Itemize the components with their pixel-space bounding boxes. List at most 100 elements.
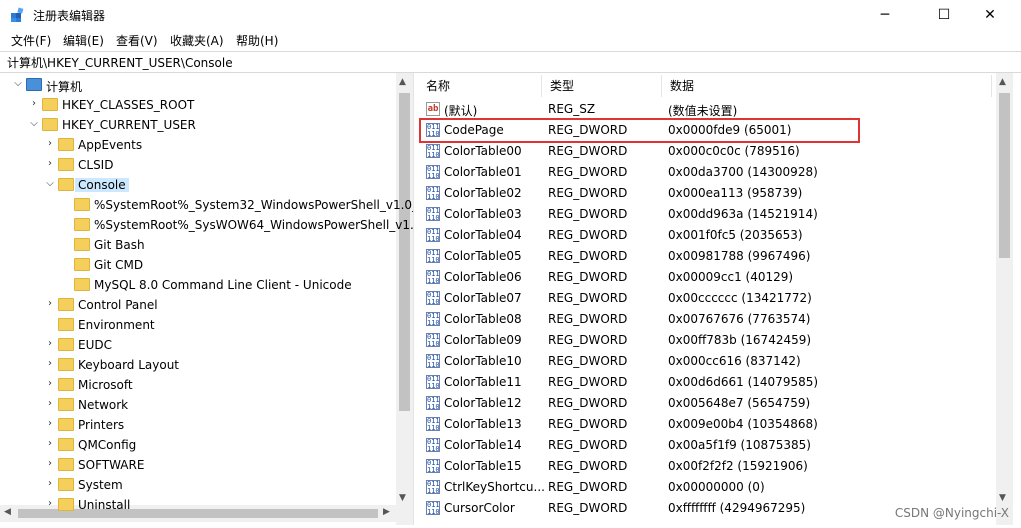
- menu-help[interactable]: 帮助(H): [236, 32, 278, 49]
- address-bar[interactable]: 计算机\HKEY_CURRENT_USER\Console: [0, 51, 1021, 73]
- chevron-right-icon[interactable]: ›: [44, 418, 56, 430]
- chevron-right-icon[interactable]: ›: [44, 458, 56, 470]
- column-header-name[interactable]: 名称: [418, 75, 542, 97]
- value-data: (数值未设置): [668, 104, 738, 118]
- value-data: 0x001f0fc5 (2035653): [668, 228, 803, 242]
- tree-item-label: System: [78, 478, 123, 492]
- tree-item[interactable]: Environment: [0, 315, 395, 335]
- tree-item[interactable]: › EUDC: [0, 335, 395, 355]
- close-button[interactable]: ✕: [967, 0, 1013, 30]
- value-type: REG_DWORD: [548, 333, 628, 347]
- chevron-right-icon[interactable]: ›: [44, 498, 56, 510]
- value-row[interactable]: 011 110 ColorTable05 REG_DWORD 0x00981788 (…: [418, 246, 998, 267]
- value-row[interactable]: 011 110 ColorTable14 REG_DWORD 0x00a5f1f9 (…: [418, 435, 998, 456]
- value-row[interactable]: 011 110 ColorTable03 REG_DWORD 0x00dd963a (…: [418, 204, 998, 225]
- column-header-type[interactable]: 类型: [542, 75, 662, 97]
- menu-edit[interactable]: 编辑(E): [63, 32, 104, 49]
- tree-item[interactable]: › System: [0, 475, 395, 495]
- value-row[interactable]: 011 110 ColorTable08 REG_DWORD 0x00767676 (…: [418, 309, 998, 330]
- maximize-button[interactable]: ☐: [921, 0, 967, 30]
- tree-item[interactable]: › Network: [0, 395, 395, 415]
- values-scroll-up-icon[interactable]: ▲: [999, 77, 1006, 87]
- value-row[interactable]: 011 110 ColorTable10 REG_DWORD 0x000cc616 (…: [418, 351, 998, 372]
- tree-item[interactable]: › SOFTWARE: [0, 455, 395, 475]
- scroll-down-arrow-icon[interactable]: ▼: [399, 493, 406, 503]
- tree-item-label: Uninstall: [78, 498, 131, 512]
- value-data: 0x00ff783b (16742459): [668, 333, 812, 347]
- menu-file[interactable]: 文件(F): [11, 32, 51, 49]
- scroll-up-arrow-icon[interactable]: ▲: [399, 77, 406, 87]
- value-type: REG_SZ: [548, 102, 596, 116]
- tree-item[interactable]: MySQL 8.0 Command Line Client - Unicode: [0, 275, 395, 295]
- chevron-down-icon[interactable]: ⌵: [44, 178, 56, 190]
- chevron-right-icon[interactable]: ›: [44, 298, 56, 310]
- tree-item-label: 计算机: [46, 80, 83, 94]
- value-data: 0x00cccccc (13421772): [668, 291, 812, 305]
- binary-value-icon: 011 110: [426, 417, 440, 431]
- value-row[interactable]: 011 110 ColorTable12 REG_DWORD 0x005648e7 (…: [418, 393, 998, 414]
- codepage-highlight-box: [419, 118, 860, 143]
- chevron-right-icon[interactable]: ›: [44, 398, 56, 410]
- chevron-right-icon[interactable]: ›: [44, 358, 56, 370]
- value-row[interactable]: ab (默认) REG_SZ (数值未设置): [418, 99, 998, 120]
- tree-item[interactable]: › Microsoft: [0, 375, 395, 395]
- value-row[interactable]: 011 110 ColorTable06 REG_DWORD 0x00009cc1 (…: [418, 267, 998, 288]
- tree-item[interactable]: › Printers: [0, 415, 395, 435]
- binary-value-icon: 011 110: [426, 186, 440, 200]
- minimize-button[interactable]: ─: [862, 0, 908, 30]
- chevron-right-icon[interactable]: ›: [44, 478, 56, 490]
- value-name: ColorTable06: [444, 270, 522, 284]
- value-row[interactable]: 011 110 ColorTable07 REG_DWORD 0x00cccccc (…: [418, 288, 998, 309]
- chevron-down-icon[interactable]: ⌵: [28, 118, 40, 130]
- tree-item[interactable]: › HKEY_CLASSES_ROOT: [0, 95, 395, 115]
- chevron-right-icon[interactable]: ›: [44, 338, 56, 350]
- chevron-right-icon[interactable]: ›: [44, 158, 56, 170]
- tree-item[interactable]: Git CMD: [0, 255, 395, 275]
- values-scrollbar-thumb[interactable]: [999, 93, 1010, 258]
- tree-item[interactable]: › Control Panel: [0, 295, 395, 315]
- value-data: 0x00da3700 (14300928): [668, 165, 818, 179]
- column-header-data[interactable]: 数据: [662, 75, 992, 97]
- value-row[interactable]: 011 110 ColorTable04 REG_DWORD 0x001f0fc5 (…: [418, 225, 998, 246]
- menu-view[interactable]: 查看(V): [116, 32, 158, 49]
- value-name: ColorTable09: [444, 333, 522, 347]
- value-row[interactable]: 011 110 ColorTable11 REG_DWORD 0x00d6d661 (…: [418, 372, 998, 393]
- value-name: ColorTable08: [444, 312, 522, 326]
- value-data: 0x000ea113 (958739): [668, 186, 803, 200]
- tree-item[interactable]: › CLSID: [0, 155, 395, 175]
- tree-item[interactable]: ⌵ HKEY_CURRENT_USER: [0, 115, 395, 135]
- binary-value-icon: 011 110: [426, 375, 440, 389]
- chevron-right-icon[interactable]: ›: [44, 438, 56, 450]
- tree-item[interactable]: %SystemRoot%_System32_WindowsPowerShell_…: [0, 195, 413, 215]
- chevron-right-icon[interactable]: ›: [44, 138, 56, 150]
- value-row[interactable]: 011 110 ColorTable01 REG_DWORD 0x00da3700 (…: [418, 162, 998, 183]
- tree-item[interactable]: %SystemRoot%_SysWOW64_WindowsPowerShell_…: [0, 215, 413, 235]
- menu-favorites[interactable]: 收藏夹(A): [170, 32, 224, 49]
- tree-item-label: Git Bash: [94, 238, 145, 252]
- tree-item[interactable]: ⌵ 计算机: [0, 75, 395, 95]
- tree-item[interactable]: › Uninstall: [0, 495, 395, 515]
- value-row[interactable]: 011 110 ColorTable15 REG_DWORD 0x00f2f2f2 (…: [418, 456, 998, 477]
- value-row[interactable]: 011 110 ColorTable02 REG_DWORD 0x000ea113 (…: [418, 183, 998, 204]
- value-row[interactable]: 011 110 ColorTable13 REG_DWORD 0x009e00b4 (…: [418, 414, 998, 435]
- chevron-down-icon[interactable]: ⌵: [12, 78, 24, 90]
- tree-item[interactable]: › Keyboard Layout: [0, 355, 395, 375]
- value-row[interactable]: 011 110 ColorTable00 REG_DWORD 0x000c0c0c (…: [418, 141, 998, 162]
- value-type: REG_DWORD: [548, 480, 628, 494]
- tree-scrollbar-thumb[interactable]: [399, 93, 410, 411]
- tree-item[interactable]: › AppEvents: [0, 135, 395, 155]
- chevron-right-icon[interactable]: ›: [28, 98, 40, 110]
- tree-item[interactable]: Git Bash: [0, 235, 395, 255]
- tree-item[interactable]: › QMConfig: [0, 435, 395, 455]
- binary-value-icon: 011 110: [426, 438, 440, 452]
- values-scroll-down-icon[interactable]: ▼: [999, 493, 1006, 503]
- registry-app-icon: [11, 7, 24, 22]
- tree-item[interactable]: ⌵ Console: [0, 175, 395, 195]
- chevron-right-icon[interactable]: ›: [44, 378, 56, 390]
- folder-icon: [58, 498, 74, 511]
- value-row[interactable]: 011 110 CtrlKeyShortcu... REG_DWORD 0x00000…: [418, 477, 998, 498]
- value-row[interactable]: 011 110 ColorTable09 REG_DWORD 0x00ff783b (…: [418, 330, 998, 351]
- value-type: REG_DWORD: [548, 144, 628, 158]
- tree-scrollbar[interactable]: ▲ ▼: [396, 73, 413, 525]
- values-scrollbar[interactable]: ▲ ▼: [996, 73, 1013, 525]
